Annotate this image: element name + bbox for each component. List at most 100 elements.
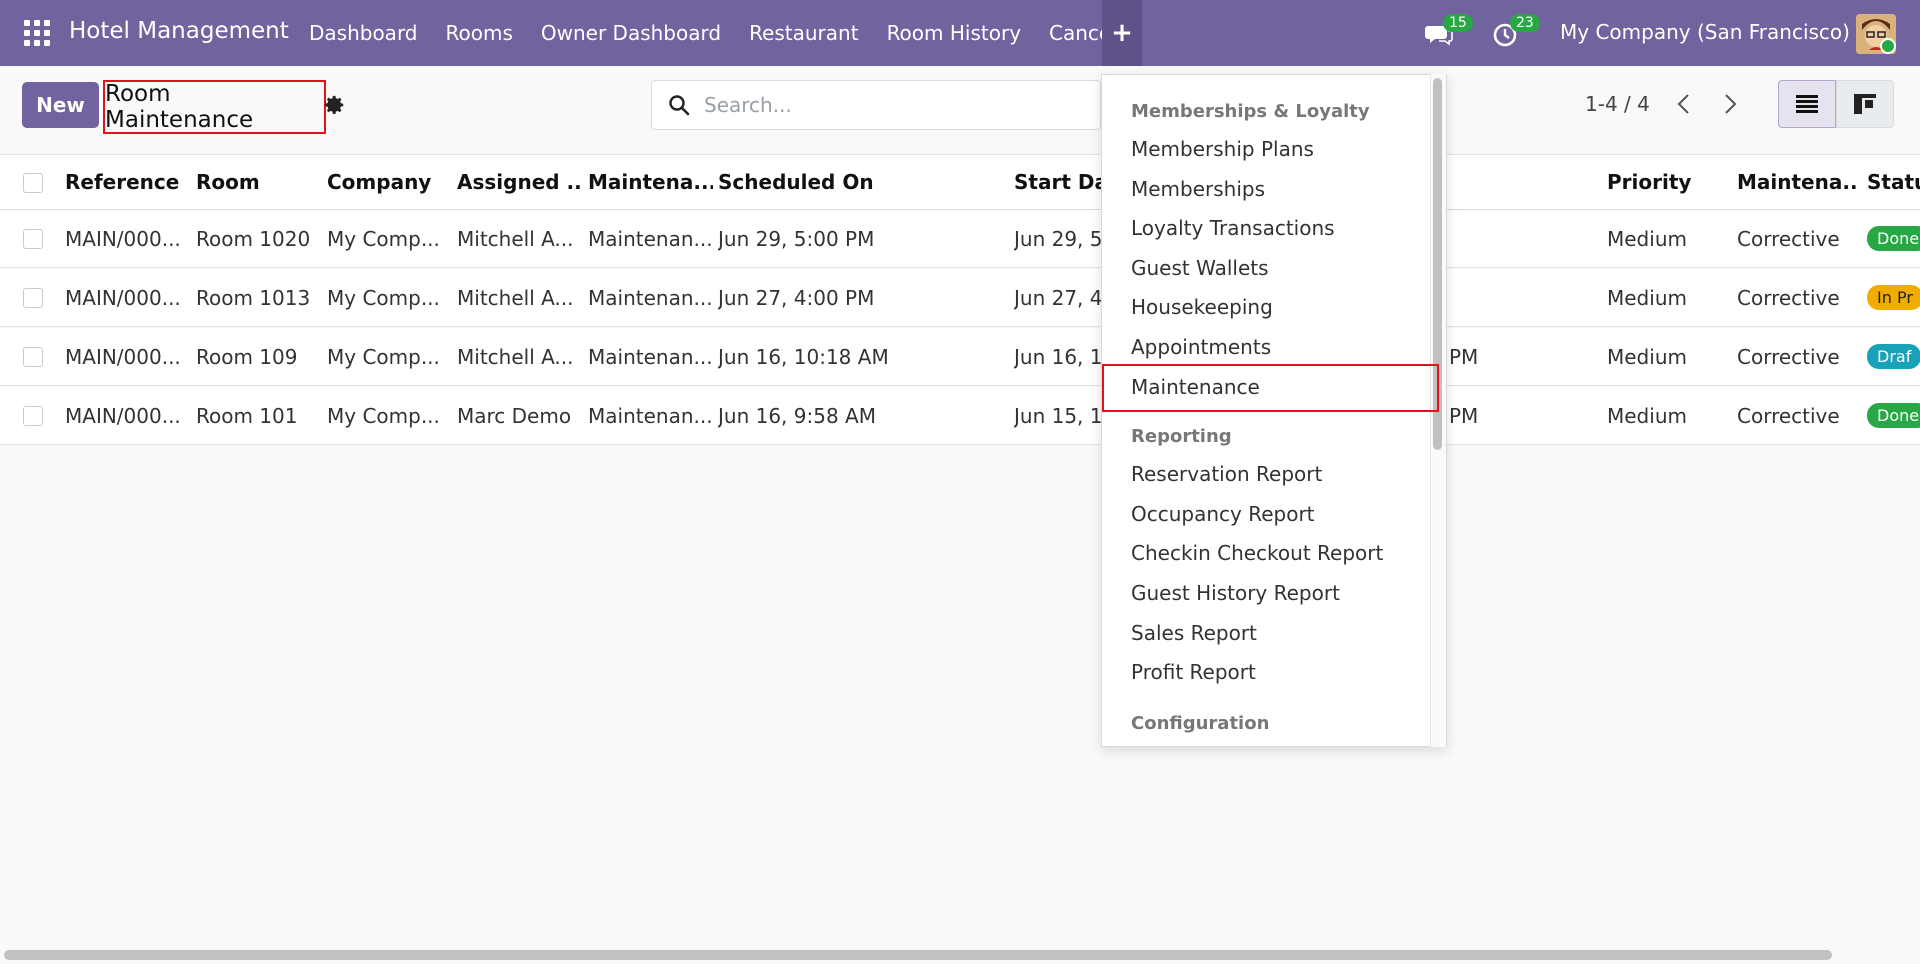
dropdown-section-reporting: Reporting bbox=[1131, 426, 1232, 447]
chevron-left-icon[interactable] bbox=[1672, 90, 1696, 118]
chat-icon[interactable]: 15 bbox=[1425, 14, 1473, 48]
app-brand[interactable]: Hotel Management bbox=[69, 18, 289, 44]
dropdown-section-memberships: Memberships & Loyalty bbox=[1131, 101, 1370, 122]
cell-maintenance-team: Maintenan... bbox=[588, 226, 713, 251]
cell-room: Room 1013 bbox=[196, 285, 311, 310]
page-title: Room Maintenance bbox=[105, 81, 254, 133]
menu-item-housekeeping[interactable]: Housekeeping bbox=[1131, 295, 1273, 319]
kanban-view-button[interactable] bbox=[1836, 80, 1894, 128]
table-header: Reference Room Company Assigned ... Main… bbox=[0, 154, 1920, 210]
column-header-priority[interactable]: Priority bbox=[1607, 155, 1727, 209]
activity-clock-icon[interactable]: 23 bbox=[1492, 14, 1540, 48]
horizontal-scrollbar[interactable] bbox=[4, 950, 1832, 960]
search-icon bbox=[669, 95, 690, 116]
menu-item-membership-plans[interactable]: Membership Plans bbox=[1131, 137, 1314, 161]
search-input[interactable] bbox=[704, 93, 1064, 117]
company-switcher[interactable]: My Company (San Francisco) bbox=[1560, 20, 1850, 44]
cell-company: My Comp... bbox=[327, 285, 440, 310]
breadcrumb: Room Maintenance bbox=[103, 80, 326, 134]
cell-assigned: Mitchell A... bbox=[457, 226, 574, 251]
table-row[interactable]: MAIN/000... Room 1020 My Comp... Mitchel… bbox=[0, 210, 1920, 268]
menu-item-appointments[interactable]: Appointments bbox=[1131, 335, 1271, 359]
new-button[interactable]: New bbox=[22, 82, 99, 128]
dropdown-section-configuration: Configuration bbox=[1131, 713, 1270, 734]
status-badge: Done bbox=[1867, 403, 1920, 428]
status-badge: In Pr bbox=[1867, 285, 1920, 310]
cell-scheduled-on: Jun 16, 9:58 AM bbox=[718, 403, 876, 428]
row-checkbox[interactable] bbox=[23, 288, 43, 308]
nav-item-dashboard[interactable]: Dashboard bbox=[295, 0, 432, 66]
cell-start-date: Jun 16, 1 bbox=[1014, 344, 1103, 369]
cell-maintenance-team: Maintenan... bbox=[588, 344, 713, 369]
status-badge: Draf bbox=[1867, 344, 1920, 369]
nav-item-room-history[interactable]: Room History bbox=[873, 0, 1035, 66]
cell-priority: Medium bbox=[1607, 344, 1687, 369]
cell-maintenance-team: Maintenan... bbox=[588, 285, 713, 310]
cell-start-date: Jun 15, 1 bbox=[1014, 403, 1103, 428]
select-all-checkbox[interactable] bbox=[23, 173, 43, 193]
table-row[interactable]: MAIN/000... Room 109 My Comp... Mitchell… bbox=[0, 328, 1920, 386]
column-header-start-date[interactable]: Start Dat bbox=[1014, 155, 1104, 209]
list-view-button[interactable] bbox=[1778, 80, 1836, 128]
cell-reference: MAIN/000... bbox=[65, 403, 181, 428]
cell-company: My Comp... bbox=[327, 403, 440, 428]
column-header-company[interactable]: Company bbox=[327, 155, 452, 209]
nav-menu: Dashboard Rooms Owner Dashboard Restaura… bbox=[295, 0, 1131, 66]
highlight-box-maintenance bbox=[1102, 364, 1439, 412]
nav-item-owner-dashboard[interactable]: Owner Dashboard bbox=[527, 0, 735, 66]
cell-reference: MAIN/000... bbox=[65, 285, 181, 310]
cell-assigned: Mitchell A... bbox=[457, 285, 574, 310]
gear-icon[interactable] bbox=[324, 94, 348, 118]
pager-value[interactable]: 1-4 / 4 bbox=[1585, 92, 1650, 116]
menu-item-guest-wallets[interactable]: Guest Wallets bbox=[1131, 256, 1269, 280]
nav-more-button[interactable]: + bbox=[1102, 0, 1142, 66]
column-header-room[interactable]: Room bbox=[196, 155, 321, 209]
row-checkbox[interactable] bbox=[23, 406, 43, 426]
menu-item-sales-report[interactable]: Sales Report bbox=[1131, 621, 1257, 645]
cell-room: Room 101 bbox=[196, 403, 298, 428]
cell-reference: MAIN/000... bbox=[65, 344, 181, 369]
cell-reference: MAIN/000... bbox=[65, 226, 181, 251]
cell-company: My Comp... bbox=[327, 344, 440, 369]
menu-item-occupancy-report[interactable]: Occupancy Report bbox=[1131, 502, 1315, 526]
cell-maintenance-type: Corrective bbox=[1737, 403, 1840, 428]
column-header-maintenance-type[interactable]: Maintena... bbox=[1737, 155, 1857, 209]
menu-item-memberships[interactable]: Memberships bbox=[1131, 177, 1265, 201]
cell-scheduled-on: Jun 16, 10:18 AM bbox=[718, 344, 889, 369]
column-header-status[interactable]: Statu bbox=[1867, 155, 1920, 209]
cell-end-date: PM bbox=[1449, 344, 1479, 369]
online-status-dot bbox=[1880, 38, 1896, 54]
menu-item-checkin-checkout-report[interactable]: Checkin Checkout Report bbox=[1131, 541, 1383, 565]
menu-item-profit-report[interactable]: Profit Report bbox=[1131, 660, 1256, 684]
chat-count-badge: 15 bbox=[1443, 14, 1473, 32]
column-header-maintenance-team[interactable]: Maintena... bbox=[588, 155, 713, 209]
menu-item-loyalty-transactions[interactable]: Loyalty Transactions bbox=[1131, 216, 1335, 240]
row-checkbox[interactable] bbox=[23, 229, 43, 249]
menu-item-reservation-report[interactable]: Reservation Report bbox=[1131, 462, 1322, 486]
cell-start-date: Jun 27, 4 bbox=[1014, 285, 1103, 310]
cell-scheduled-on: Jun 27, 4:00 PM bbox=[718, 285, 875, 310]
chevron-right-icon[interactable] bbox=[1718, 90, 1742, 118]
column-header-reference[interactable]: Reference bbox=[65, 155, 190, 209]
search-bar bbox=[651, 80, 1101, 130]
status-badge: Done bbox=[1867, 226, 1920, 251]
cell-maintenance-team: Maintenan... bbox=[588, 403, 713, 428]
cell-room: Room 1020 bbox=[196, 226, 311, 251]
cell-scheduled-on: Jun 29, 5:00 PM bbox=[718, 226, 875, 251]
table-row[interactable]: MAIN/000... Room 1013 My Comp... Mitchel… bbox=[0, 269, 1920, 327]
column-header-assigned[interactable]: Assigned ... bbox=[457, 155, 582, 209]
cell-end-date: PM bbox=[1449, 403, 1479, 428]
nav-item-restaurant[interactable]: Restaurant bbox=[735, 0, 873, 66]
column-header-scheduled-on[interactable]: Scheduled On bbox=[718, 155, 998, 209]
menu-item-guest-history-report[interactable]: Guest History Report bbox=[1131, 581, 1340, 605]
cell-assigned: Marc Demo bbox=[457, 403, 572, 428]
row-checkbox[interactable] bbox=[23, 347, 43, 367]
table-row[interactable]: MAIN/000... Room 101 My Comp... Marc Dem… bbox=[0, 387, 1920, 445]
apps-menu-icon[interactable] bbox=[24, 20, 50, 46]
cell-maintenance-type: Corrective bbox=[1737, 285, 1840, 310]
cell-priority: Medium bbox=[1607, 226, 1687, 251]
nav-item-rooms[interactable]: Rooms bbox=[432, 0, 527, 66]
cell-maintenance-type: Corrective bbox=[1737, 226, 1840, 251]
top-navbar: Hotel Management Dashboard Rooms Owner D… bbox=[0, 0, 1920, 66]
cell-end-date bbox=[1449, 269, 1599, 326]
